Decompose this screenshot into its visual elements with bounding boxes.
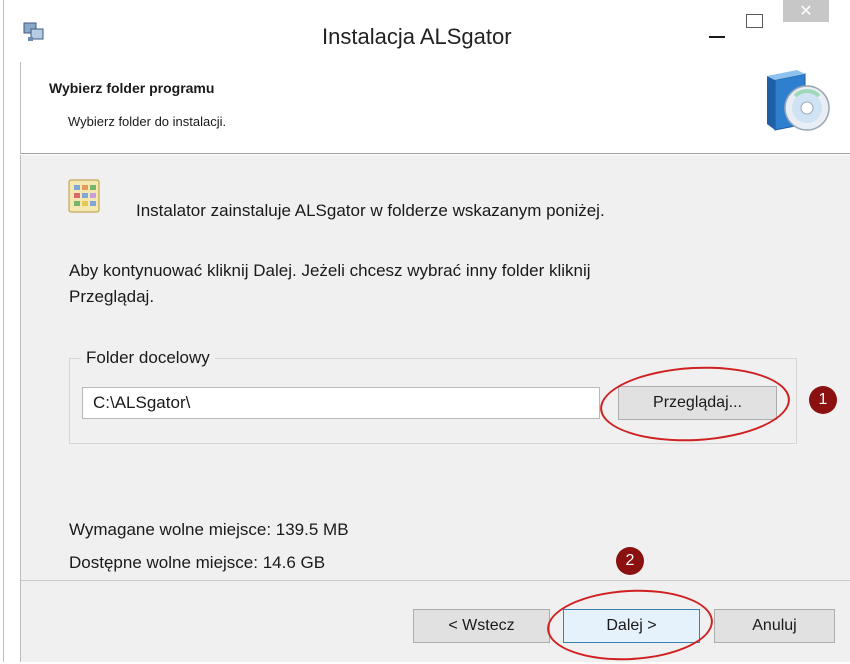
back-button[interactable]: < Wstecz — [413, 609, 550, 643]
instructions-line-2: Przeglądaj. — [69, 287, 155, 306]
annotation-badge-2: 2 — [616, 547, 644, 575]
window-title: Instalacja ALSgator — [322, 24, 512, 49]
available-space-text: Dostępne wolne miejsce: 14.6 GB — [69, 553, 326, 572]
destination-path-input[interactable]: C:\ALSgator\ — [82, 387, 600, 419]
close-button[interactable]: ✕ — [783, 0, 829, 22]
instructions-line-1: Aby kontynuować kliknij Dalej. Jeżeli ch… — [69, 261, 591, 280]
page-subtitle: Wybierz folder do instalacji. — [68, 114, 227, 129]
cancel-button[interactable]: Anuluj — [714, 609, 835, 643]
required-space-text: Wymagane wolne miejsce: 139.5 MB — [69, 520, 349, 539]
cd-box-icon — [767, 70, 830, 131]
header-band: Wybierz folder programu Wybierz folder d… — [20, 62, 850, 154]
intro-text: Instalator zainstaluje ALSgator w folder… — [136, 201, 605, 220]
button-bar: < Wstecz Dalej > Anuluj — [20, 580, 850, 662]
annotation-badge-1: 1 — [809, 386, 837, 414]
minimize-button[interactable] — [709, 36, 725, 38]
installer-icon — [23, 22, 44, 41]
content-area: Instalator zainstaluje ALSgator w folder… — [20, 155, 850, 580]
page-title: Wybierz folder programu — [49, 80, 215, 96]
title-bar: Instalacja ALSgator ✕ — [4, 0, 850, 62]
destination-group-label: Folder docelowy — [81, 348, 215, 368]
folder-grid-icon — [68, 179, 100, 213]
installer-window: Instalacja ALSgator ✕ Wybierz folder pro… — [3, 0, 850, 664]
maximize-button[interactable] — [746, 14, 763, 28]
